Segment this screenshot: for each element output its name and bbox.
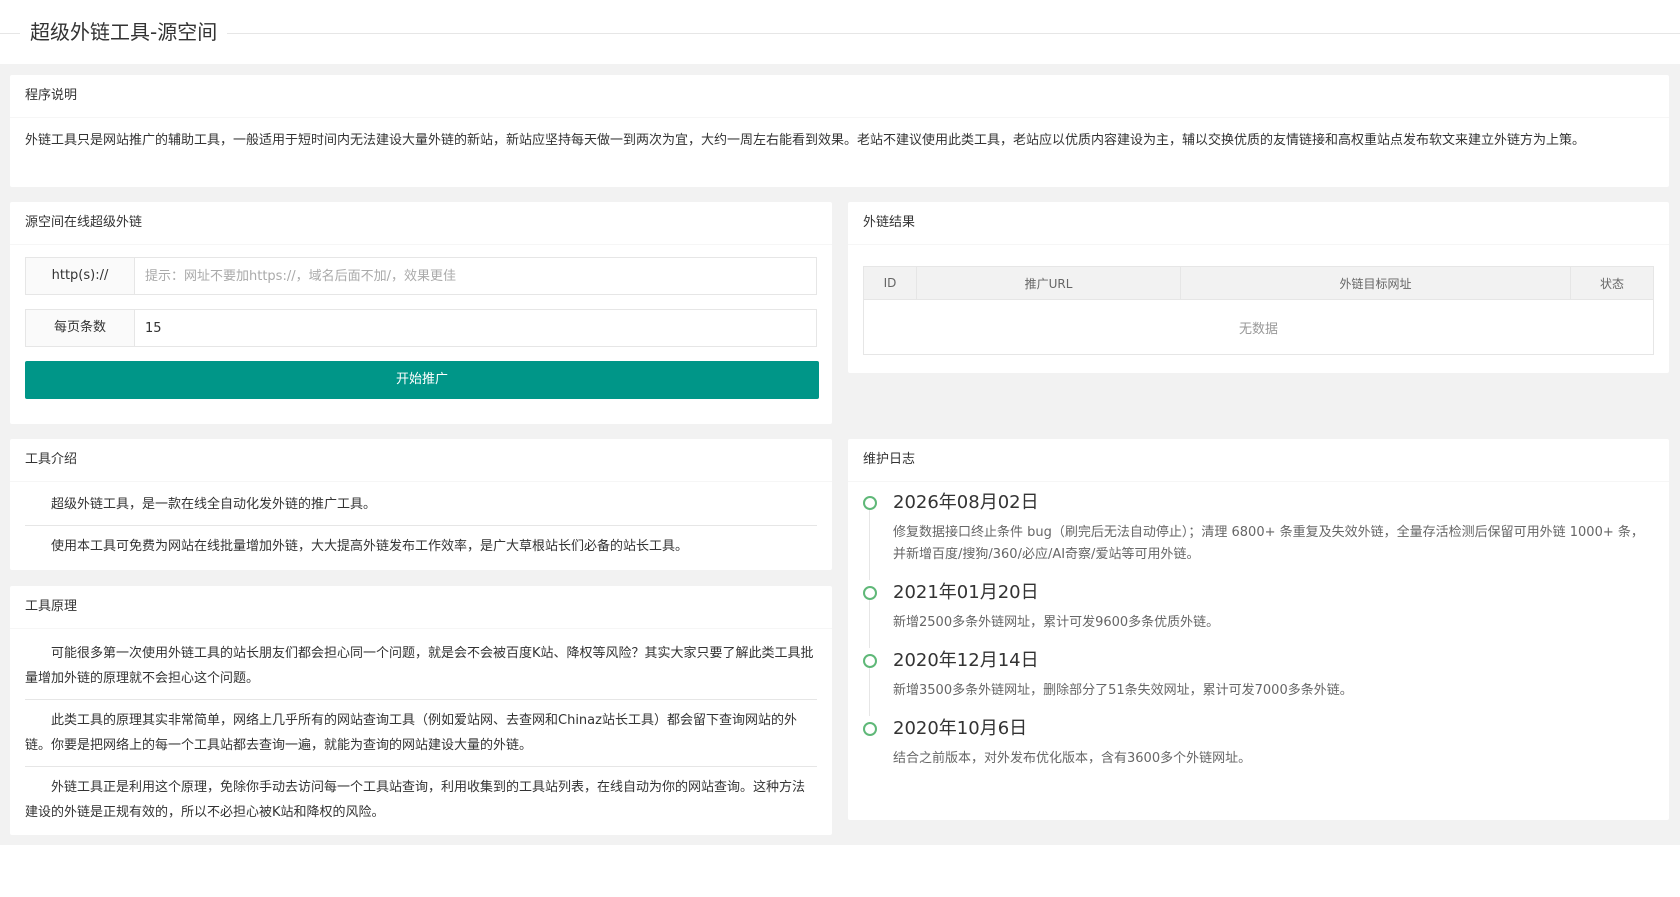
timeline-text: 新增3500多条外链网址，删除部分了51条失效网址，累计可发7000多条外链。 bbox=[893, 683, 1353, 698]
title-rule bbox=[0, 33, 1680, 34]
timeline-date: 2021年01月20日 bbox=[893, 582, 1039, 603]
col-status: 状态 bbox=[1570, 266, 1654, 300]
principle-paragraph: 外链工具正是利用这个原理，免除你手动去访问每一个工具站查询，利用收集到的工具站列… bbox=[25, 780, 806, 820]
program-desc-header: 程序说明 bbox=[10, 75, 1669, 118]
timeline-date: 2026年08月02日 bbox=[893, 492, 1039, 513]
page-title: 超级外链工具-源空间 bbox=[20, 18, 228, 46]
tool-principle-header: 工具原理 bbox=[10, 586, 832, 629]
tool-intro-paragraph: 使用本工具可免费为网站在线批量增加外链，大大提高外链发布工作效率，是广大草根站长… bbox=[51, 539, 689, 554]
changelog-card: 维护日志 2026年08月02日 修复数据接口终止条件 bug（刷完后无法自动停… bbox=[848, 439, 1669, 820]
empty-text: 无数据 bbox=[863, 299, 1654, 355]
url-prefix-label: http(s):// bbox=[26, 258, 135, 294]
tool-intro-card: 工具介绍 超级外链工具，是一款在线全自动化发外链的推广工具。 使用本工具可免费为… bbox=[10, 439, 832, 570]
timeline-dot-icon bbox=[863, 654, 877, 668]
timeline-text: 修复数据接口终止条件 bug（刷完后无法自动停止）；清理 6800+ 条重复及失… bbox=[893, 525, 1644, 562]
online-tool-card: 源空间在线超级外链 http(s):// 每页条数 开始推广 bbox=[10, 202, 832, 424]
timeline-item: 2026年08月02日 修复数据接口终止条件 bug（刷完后无法自动停止）；清理… bbox=[863, 490, 1654, 580]
changelog-timeline: 2026年08月02日 修复数据接口终止条件 bug（刷完后无法自动停止）；清理… bbox=[848, 482, 1669, 784]
top-bar: 超级外链工具-源空间 bbox=[0, 0, 1680, 64]
changelog-header: 维护日志 bbox=[848, 439, 1669, 482]
program-desc-card: 程序说明 外链工具只是网站推广的辅助工具，一般适用于短时间内无法建设大量外链的新… bbox=[10, 75, 1669, 187]
timeline-date: 2020年12月14日 bbox=[893, 650, 1039, 671]
timeline-item: 2020年10月6日 结合之前版本，对外发布优化版本，含有3600多个外链网址。 bbox=[863, 716, 1654, 784]
timeline-dot-icon bbox=[863, 496, 877, 510]
tool-intro-header: 工具介绍 bbox=[10, 439, 832, 482]
timeline-axis bbox=[869, 508, 870, 580]
timeline-text: 结合之前版本，对外发布优化版本，含有3600多个外链网址。 bbox=[893, 751, 1252, 766]
program-desc-text: 外链工具只是网站推广的辅助工具，一般适用于短时间内无法建设大量外链的新站，新站应… bbox=[25, 133, 1586, 148]
online-tool-header: 源空间在线超级外链 bbox=[10, 202, 832, 245]
timeline-text: 新增2500多条外链网址，累计可发9600多条优质外链。 bbox=[893, 615, 1220, 630]
timeline-item: 2020年12月14日 新增3500多条外链网址，删除部分了51条失效网址，累计… bbox=[863, 648, 1654, 716]
timeline-dot-icon bbox=[863, 586, 877, 600]
per-page-input[interactable] bbox=[135, 310, 816, 346]
timeline-axis bbox=[869, 598, 870, 648]
principle-paragraph: 此类工具的原理其实非常简单，网络上几乎所有的网站查询工具（例如爱站网、去查网和C… bbox=[25, 700, 817, 767]
col-id: ID bbox=[863, 266, 917, 300]
timeline-item: 2021年01月20日 新增2500多条外链网址，累计可发9600多条优质外链。 bbox=[863, 580, 1654, 648]
start-button[interactable]: 开始推广 bbox=[25, 361, 819, 399]
per-page-label: 每页条数 bbox=[26, 310, 135, 346]
tool-intro-paragraph: 超级外链工具，是一款在线全自动化发外链的推广工具。 bbox=[25, 484, 817, 526]
empty-row: 无数据 bbox=[863, 299, 1654, 355]
timeline-dot-icon bbox=[863, 722, 877, 736]
results-header: 外链结果 bbox=[848, 202, 1669, 245]
col-promo-url: 推广URL bbox=[915, 266, 1182, 300]
col-target-url: 外链目标网址 bbox=[1180, 266, 1571, 300]
timeline-axis bbox=[869, 666, 870, 716]
per-page-row: 每页条数 bbox=[25, 309, 817, 347]
url-input-row: http(s):// bbox=[25, 257, 817, 295]
results-table: ID 推广URL 外链目标网址 状态 无数据 bbox=[863, 266, 1654, 355]
timeline-date: 2020年10月6日 bbox=[893, 718, 1028, 739]
results-header-row: ID 推广URL 外链目标网址 状态 bbox=[863, 266, 1654, 300]
tool-principle-card: 工具原理 可能很多第一次使用外链工具的站长朋友们都会担心同一个问题，就是会不会被… bbox=[10, 586, 832, 835]
url-input[interactable] bbox=[135, 258, 816, 294]
principle-paragraph: 可能很多第一次使用外链工具的站长朋友们都会担心同一个问题，就是会不会被百度K站、… bbox=[25, 633, 817, 700]
results-card: 外链结果 ID 推广URL 外链目标网址 状态 无数据 bbox=[848, 202, 1669, 373]
